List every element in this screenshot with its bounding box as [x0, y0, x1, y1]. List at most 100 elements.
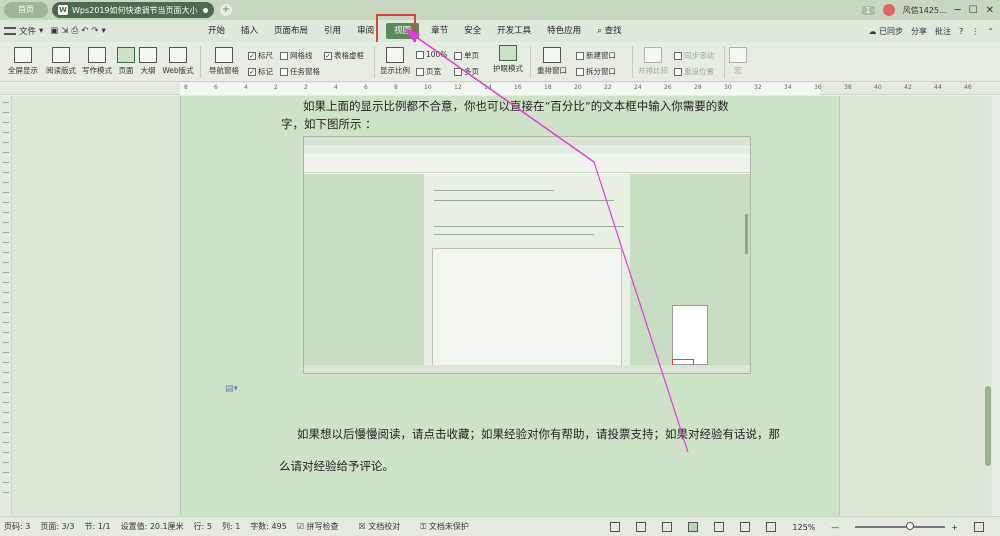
document-page[interactable]: 如果上面的显示比例都不合意，你也可以直接在“百分比”的文本框中输入你需要的数 字…	[180, 96, 840, 516]
menu-start[interactable]: 开始	[200, 20, 233, 42]
menu-security[interactable]: 安全	[456, 20, 489, 42]
task-pane-checkbox[interactable]: 任务窗格	[280, 66, 320, 77]
macro-icon	[729, 47, 747, 63]
nav-pane-button[interactable]: 导航窗格	[204, 47, 244, 76]
page-width-button[interactable]: 页宽	[416, 66, 441, 77]
chevron-down-icon[interactable]: ▾	[39, 26, 43, 36]
sync-scroll-button[interactable]: 同步滚动	[674, 50, 714, 61]
ruler-number: 28	[694, 84, 702, 91]
marks-checkbox[interactable]: ✓ 标记	[248, 66, 273, 77]
save-icon[interactable]: ▣	[50, 26, 58, 36]
window-count-badge[interactable]: 1	[861, 5, 875, 15]
horizontal-ruler[interactable]: 8 6 4 2 2 4 6 8 10 12 14 16 18 20 22 24 26 28 30 32 34 36 38 40…	[0, 83, 1000, 95]
outline-view-icon[interactable]	[636, 522, 647, 532]
ruler-tick	[3, 192, 9, 193]
spellcheck-button[interactable]: ☑ 拼写检查	[297, 521, 349, 532]
zoom-out-button[interactable]: —	[831, 523, 839, 532]
rearrange-button[interactable]: 重排窗口	[534, 47, 570, 76]
status-col[interactable]: 列: 1	[222, 521, 240, 532]
eye-mode-button[interactable]: 护眼模式	[490, 45, 526, 74]
read-mode-button[interactable]: 阅读版式	[44, 47, 78, 76]
search-icon: ⌕	[597, 26, 602, 36]
page-view-icon[interactable]	[688, 522, 699, 532]
redo-icon[interactable]: ↷	[91, 26, 98, 36]
avatar[interactable]	[882, 4, 895, 16]
menu-special[interactable]: 特色应用	[539, 20, 589, 42]
paste-options-icon[interactable]: ▤▾	[225, 384, 238, 394]
ruler-tick	[3, 162, 9, 163]
status-pages[interactable]: 页面: 3/3	[40, 521, 74, 532]
fit-window-icon[interactable]	[974, 522, 984, 532]
ruler-number: 36	[814, 84, 822, 91]
status-words[interactable]: 字数: 495	[250, 521, 287, 532]
status-section[interactable]: 节: 1/1	[84, 521, 110, 532]
read-view-icon[interactable]	[610, 522, 621, 532]
export-icon[interactable]: ⇲	[61, 26, 68, 36]
zoom-slider[interactable]	[855, 522, 946, 530]
fullscreen-button[interactable]: 全屏显示	[6, 47, 40, 76]
vertical-ruler[interactable]	[0, 96, 12, 516]
user-name[interactable]: 风信1425...	[903, 5, 947, 16]
macro-label: 宏	[734, 66, 742, 75]
minimize-button[interactable]: ─	[955, 5, 961, 16]
doc-check-button[interactable]: ☒ 文档校对	[359, 521, 411, 532]
share-button[interactable]: 分享	[911, 26, 927, 37]
outline-button[interactable]: 大纲	[138, 47, 158, 76]
more-menu-icon[interactable]: ⋮	[971, 27, 979, 36]
table-virtual-checkbox[interactable]: ✓ 表格虚框	[324, 50, 364, 61]
zoom-value[interactable]: 125%	[792, 523, 815, 532]
new-tab-button[interactable]: +	[220, 4, 232, 16]
embedded-screenshot[interactable]	[303, 136, 751, 374]
protect-status[interactable]: ⚿ 文档未保护	[420, 521, 479, 532]
outline-mode-icon[interactable]	[714, 522, 725, 532]
split-window-button[interactable]: 拆分窗口	[576, 66, 616, 77]
menu-reference[interactable]: 引用	[316, 20, 349, 42]
zoom-ratio-button[interactable]: 显示比例	[378, 47, 412, 76]
ruler-tick	[3, 452, 9, 453]
web-view-icon[interactable]	[740, 522, 751, 532]
maximize-button[interactable]: ☐	[969, 5, 978, 16]
status-row[interactable]: 行: 5	[194, 521, 212, 532]
hamburger-icon[interactable]	[4, 27, 16, 35]
comment-button[interactable]: 批注	[935, 26, 951, 37]
help-button[interactable]: ?	[959, 27, 963, 36]
eye-mode-icon[interactable]	[766, 522, 777, 532]
web-layout-button[interactable]: Web版式	[160, 47, 196, 76]
undo-icon[interactable]: ↶	[81, 26, 88, 36]
single-page-button[interactable]: 单页	[454, 50, 479, 61]
multi-page-button[interactable]: 多页	[454, 66, 479, 77]
menu-layout[interactable]: 页面布局	[266, 20, 316, 42]
menu-chapter[interactable]: 章节	[423, 20, 456, 42]
vertical-scrollbar[interactable]	[984, 96, 992, 516]
zoom-in-button[interactable]: +	[951, 523, 958, 532]
document-area[interactable]: 如果上面的显示比例都不合意，你也可以直接在“百分比”的文本框中输入你需要的数 字…	[12, 96, 992, 516]
macro-button[interactable]: 宏	[728, 47, 748, 76]
side-by-side-button[interactable]: 并排比较	[636, 47, 670, 76]
close-button[interactable]: ✕	[986, 5, 994, 16]
write-mode-button[interactable]: 写作模式	[80, 47, 114, 76]
search-menu[interactable]: ⌕ 查找	[589, 20, 629, 42]
tab-document[interactable]: W Wps2019如何快速调节当页面大小	[52, 2, 214, 18]
ruler-tick	[3, 432, 9, 433]
cloud-sync-status[interactable]: ☁ 已同步	[869, 26, 904, 37]
new-window-button[interactable]: 新建窗口	[576, 50, 616, 61]
outline-label: 大纲	[140, 66, 156, 75]
reset-position-button[interactable]: 重设位置	[674, 66, 714, 77]
collapse-ribbon-icon[interactable]: ⌃	[987, 27, 994, 36]
print-icon[interactable]: ⎙	[71, 26, 78, 36]
ruler-checkbox[interactable]: ✓ 标尺	[248, 50, 273, 61]
status-setting[interactable]: 设置值: 20.1厘米	[121, 521, 184, 532]
scrollbar-thumb[interactable]	[985, 386, 991, 466]
more-icon[interactable]: ▾	[102, 26, 106, 36]
menu-developer[interactable]: 开发工具	[489, 20, 539, 42]
tab-home[interactable]: 首页	[4, 2, 48, 18]
menu-insert[interactable]: 插入	[233, 20, 266, 42]
page-view-button[interactable]: 页面	[116, 47, 136, 76]
gridlines-checkbox[interactable]: 网格线	[280, 50, 313, 61]
file-menu[interactable]: 文件	[19, 25, 36, 37]
status-page-num[interactable]: 页码: 3	[4, 521, 30, 532]
ruler-tick	[3, 132, 9, 133]
zoom-slider-knob[interactable]	[906, 522, 915, 530]
write-view-icon[interactable]	[662, 522, 673, 532]
zoom-100-button[interactable]: 100%	[416, 50, 447, 59]
